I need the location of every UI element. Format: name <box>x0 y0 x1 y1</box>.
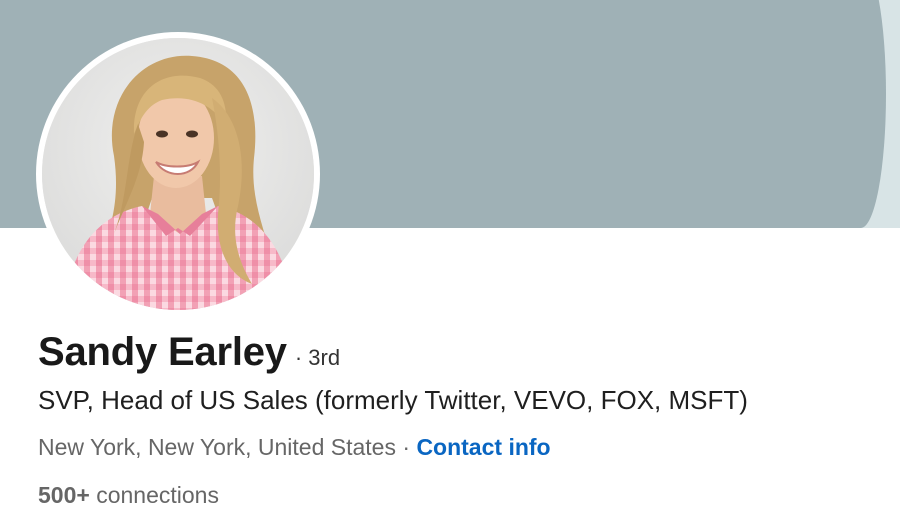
profile-headline: SVP, Head of US Sales (formerly Twitter,… <box>38 385 748 415</box>
location-row: New York, New York, United States · Cont… <box>38 434 878 461</box>
location-separator: · <box>402 434 411 460</box>
profile-name: Sandy Earley <box>38 330 287 374</box>
profile-photo[interactable] <box>42 38 314 310</box>
profile-location: New York, New York, United States <box>38 434 396 460</box>
connections-label: connections <box>96 482 219 508</box>
profile-info: Sandy Earley · 3rd SVP, Head of US Sales… <box>38 330 878 509</box>
name-row: Sandy Earley · 3rd <box>38 330 878 375</box>
connections-row: 500+ connections <box>38 482 878 509</box>
connection-degree: · 3rd <box>294 345 341 370</box>
profile-page: Sandy Earley · 3rd SVP, Head of US Sales… <box>0 0 900 522</box>
contact-info-link[interactable]: Contact info <box>416 434 550 460</box>
profile-photo-image <box>42 38 314 310</box>
connections-count: 500+ <box>38 482 90 508</box>
